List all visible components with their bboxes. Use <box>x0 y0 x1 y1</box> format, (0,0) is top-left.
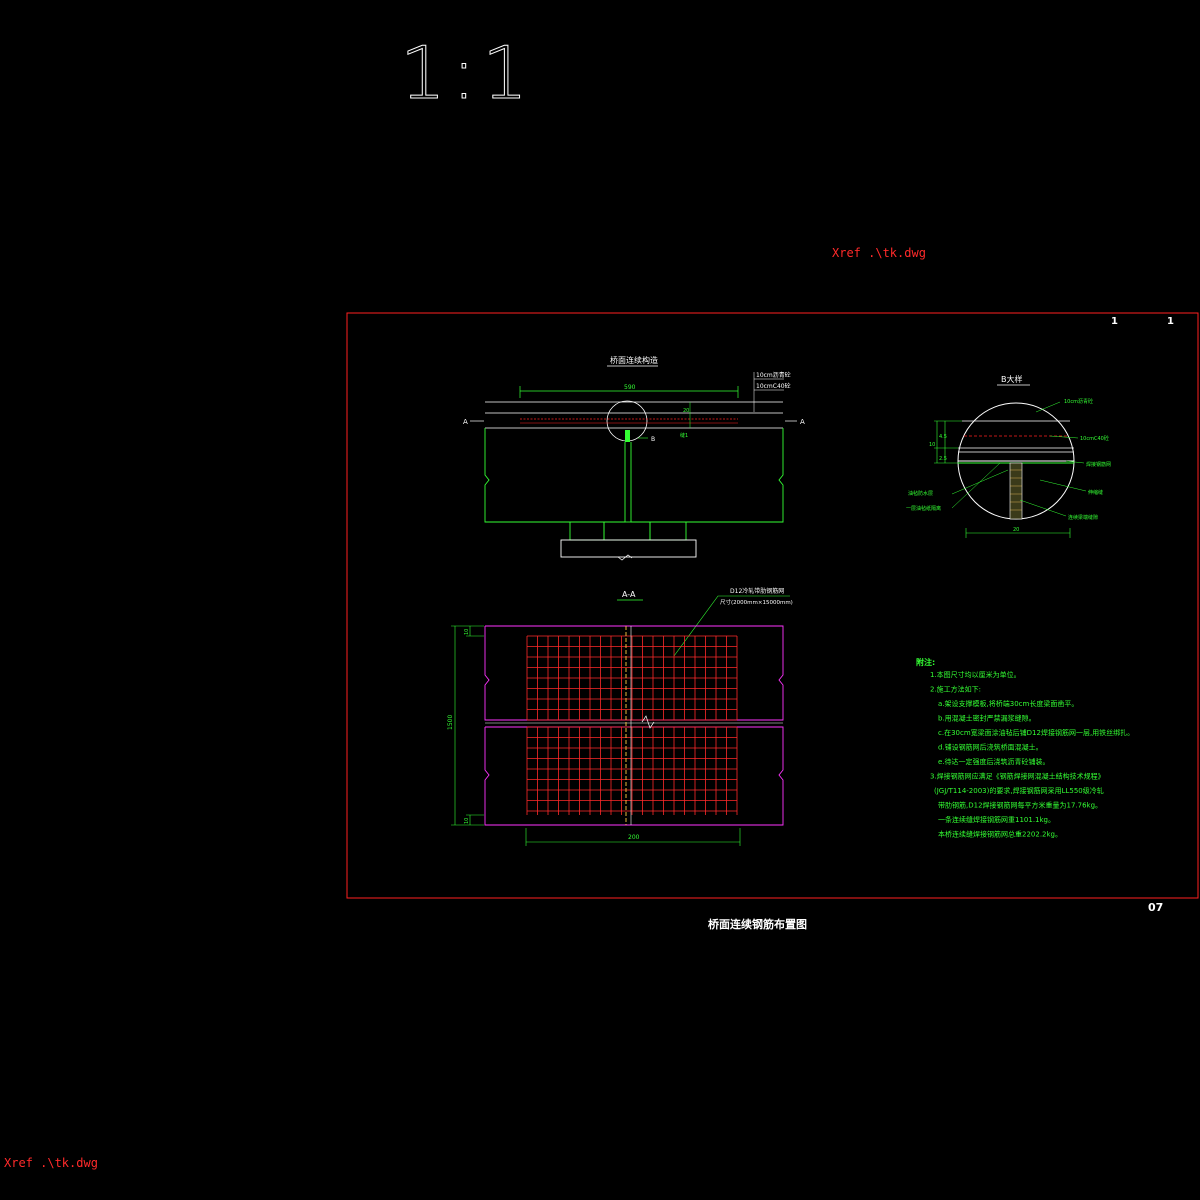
section-marker-left: A <box>463 418 468 426</box>
detail-b-label-asphalt: 10cm沥青砼 <box>1064 398 1093 405</box>
notes-line: 一条连续缝焊接钢筋网重1101.1kg。 <box>938 815 1055 824</box>
elevation-dim-width: 590 <box>624 384 636 391</box>
notes-line: 本桥连续缝焊接钢筋网总重2202.2kg。 <box>938 830 1062 839</box>
xref-label-top: Xref .\tk.dwg <box>832 246 926 260</box>
detail-b-dim-a: 4.5 <box>939 434 947 440</box>
detail-b-label-mesh: 焊接钢筋网 <box>1086 461 1111 468</box>
mesh-grid-bottom <box>526 726 738 815</box>
joint-block <box>625 430 630 442</box>
scale-text: 1:1 <box>400 31 534 115</box>
notes-line: 1.本图尺寸均以厘米为单位。 <box>930 670 1021 679</box>
notes-line: 带肋钢筋,D12焊接钢筋网每平方米重量为17.76kg。 <box>938 801 1102 810</box>
elevation-label-asphalt: 10cm沥青砼 <box>756 371 791 379</box>
detail-b-title: B大样 <box>1001 374 1023 384</box>
detail-b-view: B大样 10 4.5 2.5 20 10cm沥青砼 10cmC40砼 焊接钢筋网… <box>906 374 1111 538</box>
elevation-small-label: 缝1 <box>680 432 688 439</box>
section-aa-view: A-A D12冷轧带肋钢筋网 尺寸(2000mm×15000mm) 1500 1… <box>447 587 793 846</box>
section-aa-dim-top: 10 <box>464 629 470 635</box>
section-aa-dim-bottom: 10 <box>464 818 470 824</box>
notes-line: 2.施工方法如下: <box>930 685 981 694</box>
elevation-dim-small: 20 <box>683 408 689 414</box>
section-aa-title: A-A <box>622 590 636 599</box>
detail-b-label-concrete: 10cmC40砼 <box>1080 435 1109 442</box>
elevation-label-concrete: 10cmC40砼 <box>756 382 791 390</box>
sheet-page-number: 07 <box>1148 901 1163 914</box>
xref-label-bottom: Xref .\tk.dwg <box>4 1156 98 1170</box>
detail-b-label-left1: 油毡防水层 <box>908 490 933 497</box>
cad-drawing-canvas: 1:1 Xref .\tk.dwg Xref .\tk.dwg 1 1 07 桥… <box>4 31 1199 1170</box>
elevation-title: 桥面连续构造 <box>610 355 658 365</box>
detail-mark-b: B <box>651 436 655 443</box>
notes-line: 3.焊接钢筋网应满足《钢筋焊接网混凝土结构技术规程》 <box>930 772 1105 781</box>
pier-cap <box>560 539 697 558</box>
section-aa-dim-width: 200 <box>628 834 640 841</box>
section-aa-dim-height: 1500 <box>447 715 454 730</box>
notes-heading: 附注: <box>916 657 935 667</box>
detail-b-dim-b: 2.5 <box>939 456 947 462</box>
detail-b-dim-width: 20 <box>1013 527 1019 533</box>
detail-b-label-right-bottom: 连续梁端缝隙 <box>1068 514 1098 521</box>
section-aa-mesh-size: 尺寸(2000mm×15000mm) <box>720 598 793 606</box>
notes-line: e.待达一定强度后浇筑沥青砼铺装。 <box>938 757 1050 766</box>
elevation-view: 桥面连续构造 590 10cm沥青砼 10cmC40砼 20 A A B 缝1 <box>463 355 805 561</box>
detail-b-joint <box>1009 462 1023 520</box>
drawing-title: 桥面连续钢筋布置图 <box>708 917 807 931</box>
detail-b-dim-height: 10 <box>929 442 935 448</box>
notes-line: d.铺设钢筋网后浇筑桥面混凝土。 <box>938 743 1043 752</box>
section-aa-mesh-label: D12冷轧带肋钢筋网 <box>730 587 784 595</box>
sheet-corner-b: 1 <box>1167 316 1174 327</box>
notes-line: c.在30cm宽梁面涂油毡后铺D12焊接钢筋网一层,用铁丝绑扎。 <box>938 728 1134 737</box>
notes-line: b.用混凝土密封严禁漏浆缝隙。 <box>938 714 1036 723</box>
mesh-grid-top <box>526 635 738 721</box>
scale-text-1-1: 1:1 <box>400 31 534 116</box>
notes-line: a.架设支撑模板,将桥端30cm长度梁面凿平。 <box>938 699 1078 708</box>
section-marker-right: A <box>800 418 805 426</box>
notes-line: (JGJ/T114-2003)的要求,焊接钢筋网采用LL550级冷轧 <box>934 786 1104 795</box>
notes-block: 附注: 1.本图尺寸均以厘米为单位。 2.施工方法如下: a.架设支撑模板,将桥端3… <box>916 657 1134 839</box>
detail-b-label-left2: 一层油毡纸隔离 <box>906 505 941 512</box>
detail-b-label-joint: 伸缩缝 <box>1088 489 1103 496</box>
sheet-corner-a: 1 <box>1111 316 1118 327</box>
